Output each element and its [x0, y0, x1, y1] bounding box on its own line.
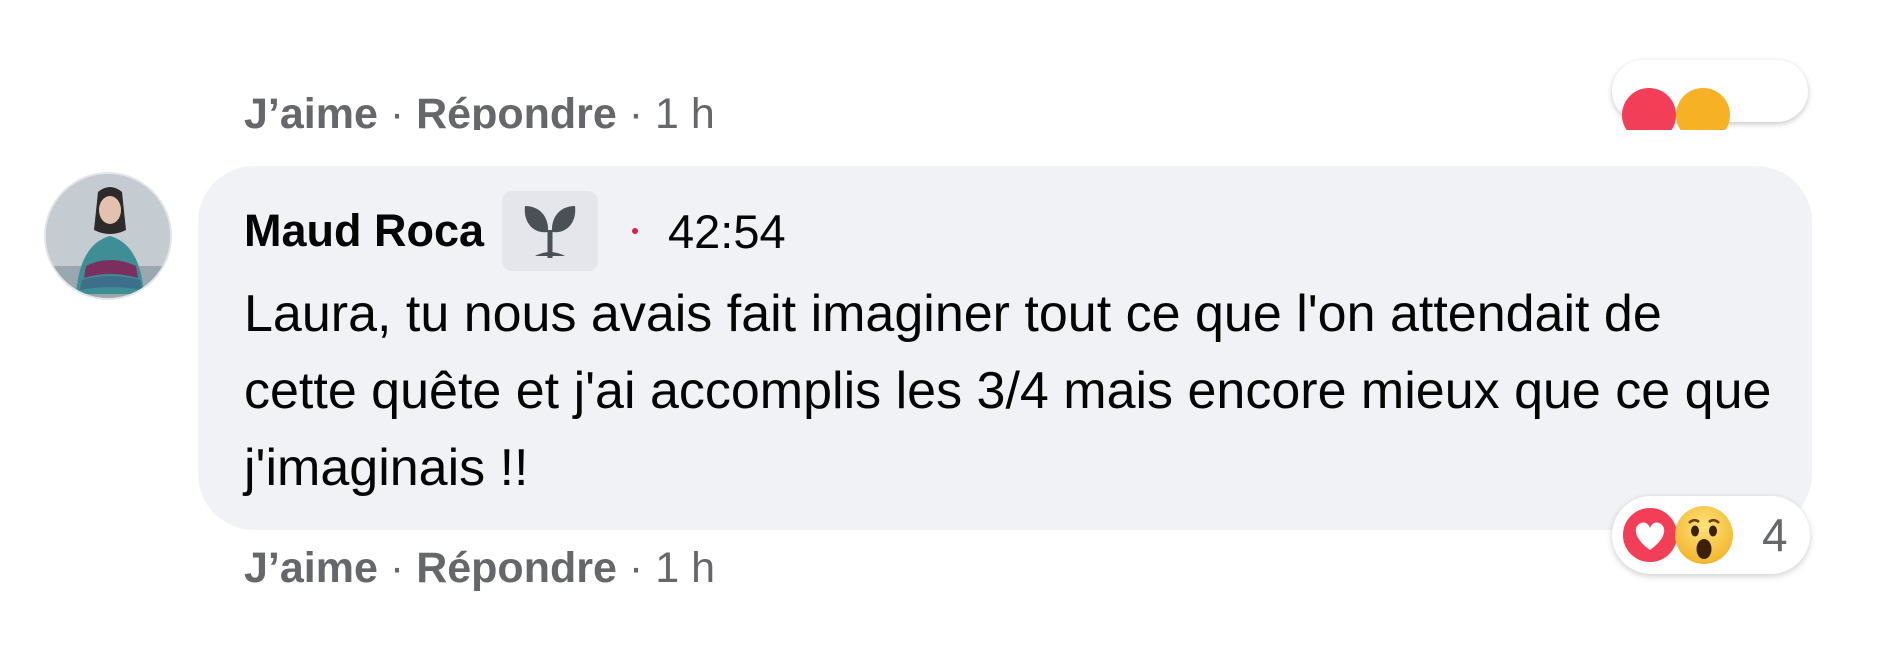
reactions-summary[interactable]: 4 [1612, 496, 1810, 574]
separator: · [389, 90, 405, 130]
avatar[interactable] [44, 172, 172, 300]
live-indicator-dot [632, 228, 639, 234]
reply-link[interactable]: Répondre [416, 544, 617, 592]
previous-reactions-summary[interactable] [1612, 60, 1808, 130]
comment-time[interactable]: 1 h [655, 544, 715, 592]
like-link[interactable]: J’aime [244, 544, 378, 592]
wow-reaction-icon [1674, 505, 1734, 565]
separator: · [389, 544, 405, 592]
comment-header: Maud Roca 42:54 [244, 191, 786, 271]
reaction-count: 4 [1762, 509, 1788, 561]
comment-actions: J’aime · Répondre · 1 h [244, 538, 715, 598]
video-timestamp[interactable]: 42:54 [668, 204, 786, 259]
previous-comment-footer: J’aime · Répondre · 1 h [0, 0, 1894, 130]
avatar-image [46, 174, 170, 298]
wow-reaction-icon [1676, 88, 1730, 130]
author-name[interactable]: Maud Roca [244, 205, 484, 257]
comment-text: Laura, tu nous avais fait imaginer tout … [244, 285, 1772, 497]
separator: · [628, 544, 644, 592]
love-reaction-icon [1622, 88, 1676, 130]
previous-reply-link[interactable]: Répondre [416, 90, 617, 130]
love-reaction-icon [1620, 505, 1680, 565]
previous-like-link[interactable]: J’aime [244, 90, 378, 130]
separator: · [628, 90, 644, 130]
sprout-icon[interactable] [502, 191, 599, 271]
previous-comment-actions: J’aime · Répondre · 1 h [244, 84, 715, 130]
previous-comment-time[interactable]: 1 h [655, 90, 715, 130]
